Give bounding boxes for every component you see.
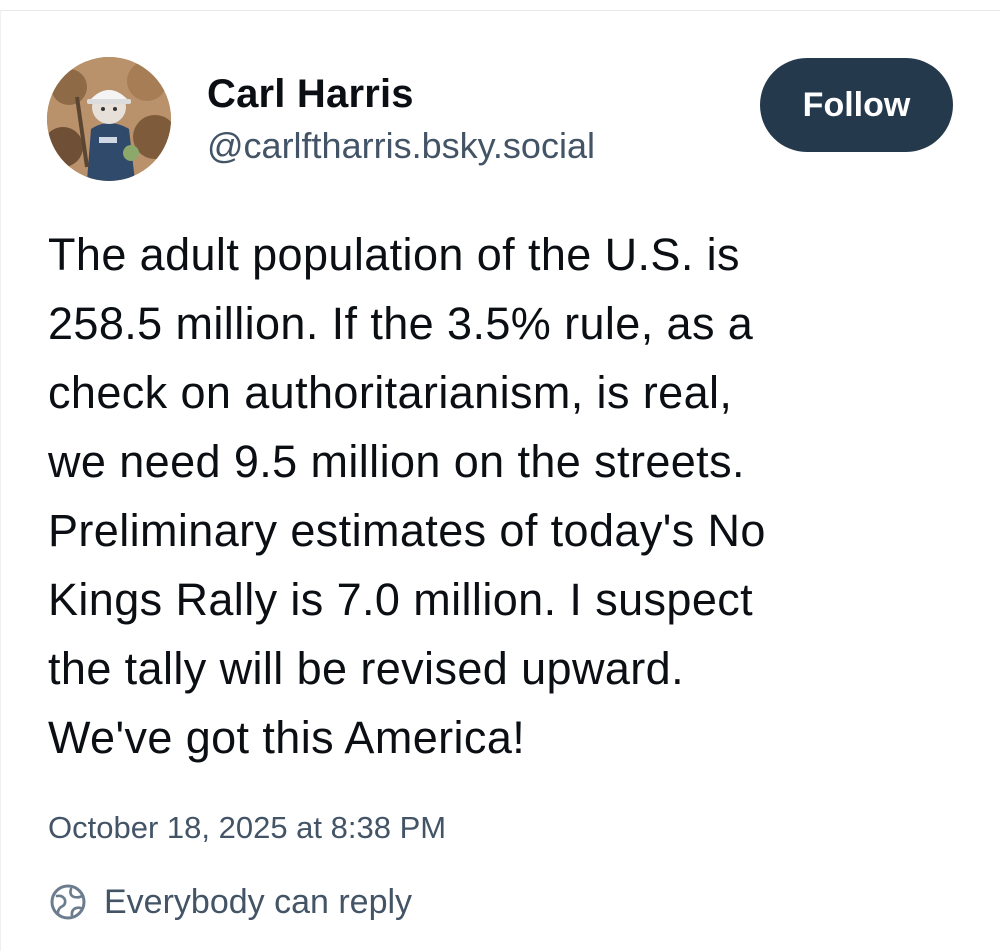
post-timestamp[interactable]: October 18, 2025 at 8:38 PM: [48, 806, 446, 850]
avatar-image: [47, 57, 171, 181]
post-text: The adult population of the U.S. is 258.…: [48, 229, 766, 763]
avatar[interactable]: [47, 57, 171, 181]
top-divider: [0, 10, 1000, 11]
left-divider: [0, 10, 1, 951]
post-author: Carl Harris @carlftharris.bsky.social: [207, 70, 595, 168]
earth-icon: [48, 882, 88, 922]
author-handle[interactable]: @carlftharris.bsky.social: [207, 124, 595, 168]
follow-button[interactable]: Follow: [760, 58, 953, 152]
author-display-name[interactable]: Carl Harris: [207, 70, 595, 118]
reply-setting-label: Everybody can reply: [104, 883, 413, 921]
reply-setting: Everybody can reply: [48, 880, 412, 924]
